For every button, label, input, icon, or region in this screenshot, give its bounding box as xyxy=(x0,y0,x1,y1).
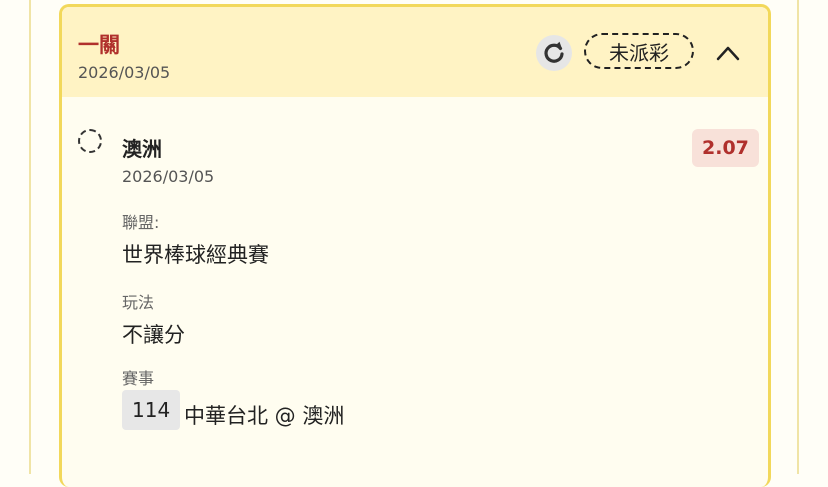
bet-type-title: 一關 xyxy=(78,33,120,57)
bet-card-header[interactable]: 一關 2026/03/05 未派彩 xyxy=(62,7,768,97)
collapse-button[interactable] xyxy=(710,37,746,69)
league-label: 聯盟: xyxy=(122,213,160,232)
bet-date: 2026/03/05 xyxy=(122,167,215,186)
payout-status-badge: 未派彩 xyxy=(584,33,694,69)
selected-team: 澳洲 xyxy=(122,137,162,161)
play-label: 玩法 xyxy=(122,293,155,312)
league-value: 世界棒球經典賽 xyxy=(122,243,269,267)
page-left-border xyxy=(29,0,31,474)
refresh-icon xyxy=(544,41,564,63)
selection-radio[interactable] xyxy=(78,129,102,153)
page-right-border xyxy=(797,0,799,474)
game-number-badge: 114 xyxy=(122,390,181,430)
bet-card-date: 2026/03/05 xyxy=(78,63,171,82)
play-value: 不讓分 xyxy=(122,323,185,347)
bet-card: 一關 2026/03/05 未派彩 澳洲 2026/03/05 2.07 聯盟:… xyxy=(59,4,771,487)
odds-badge: 2.07 xyxy=(692,129,759,167)
event-label: 賽事 xyxy=(122,369,155,388)
chevron-up-icon xyxy=(716,46,740,61)
refresh-button[interactable] xyxy=(536,35,572,71)
matchup-text: 中華台北 @ 澳洲 xyxy=(184,404,345,428)
